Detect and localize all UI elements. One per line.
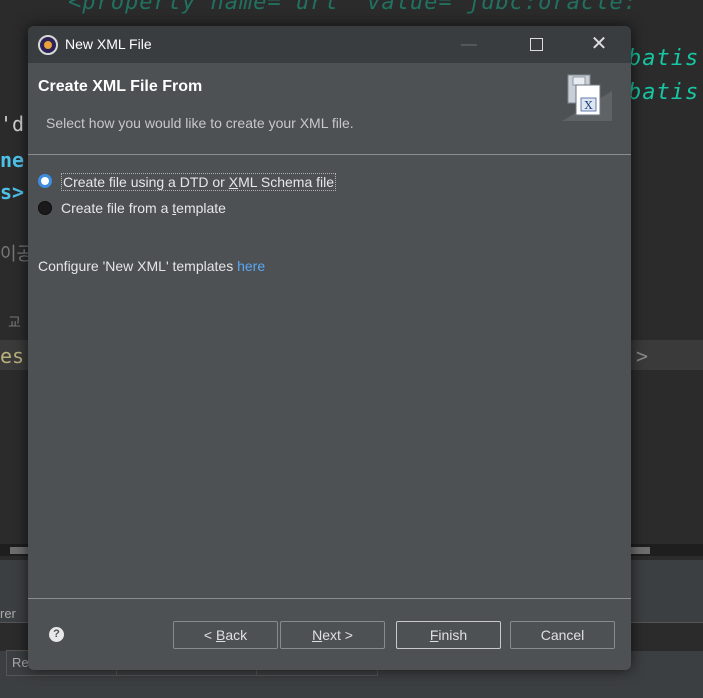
eclipse-app-icon: [38, 35, 58, 55]
minimize-button[interactable]: —: [446, 26, 492, 63]
code-line-mybatis-1: batis: [628, 46, 700, 71]
code-fragment: s>: [0, 180, 25, 204]
code-line-mybatis-2: batis: [628, 80, 700, 105]
radio-selected-icon[interactable]: [38, 174, 52, 188]
configure-templates-text: Configure 'New XML' templates here: [38, 258, 265, 274]
help-icon[interactable]: ?: [49, 627, 64, 642]
dialog-titlebar[interactable]: New XML File — ✕: [28, 26, 631, 63]
radio-unselected-icon[interactable]: [38, 201, 52, 215]
configure-templates-label: Configure 'New XML' templates: [38, 258, 238, 274]
korean-text: 교: [8, 315, 21, 331]
wizard-page-description: Select how you would like to create your…: [46, 115, 354, 131]
code-fragment: ne: [0, 148, 25, 172]
code-fragment: es: [0, 344, 25, 368]
new-xml-file-wizard-icon: X: [562, 74, 612, 121]
dialog-title: New XML File: [65, 36, 152, 52]
panel-tab-label[interactable]: rer: [0, 606, 16, 621]
cancel-button[interactable]: Cancel: [510, 621, 615, 649]
code-line-property: <property name="url" value="jdbc:oracle:: [68, 0, 638, 15]
back-button[interactable]: < Back: [173, 621, 278, 649]
close-button[interactable]: ✕: [576, 26, 622, 63]
panel-cell-text: Re: [12, 655, 29, 670]
configure-templates-link[interactable]: here: [237, 258, 265, 274]
maximize-icon: [529, 38, 543, 52]
svg-text:X: X: [585, 99, 593, 112]
wizard-banner: Create XML File From Select how you woul…: [28, 63, 631, 153]
option-label: Create file using a DTD or XML Schema fi…: [61, 173, 337, 191]
next-button[interactable]: Next >: [280, 621, 385, 649]
wizard-page-title: Create XML File From: [38, 78, 203, 95]
screen: <property name="url" value="jdbc:oracle:…: [0, 0, 703, 698]
code-fragment: >: [636, 344, 649, 368]
new-xml-file-dialog: New XML File — ✕ Create XML File From Se…: [28, 26, 631, 670]
footer-separator: [28, 598, 631, 599]
header-separator: [28, 154, 631, 155]
finish-button[interactable]: Finish: [396, 621, 501, 649]
option-label: Create file from a template: [61, 200, 226, 216]
code-fragment: 'd: [0, 112, 25, 136]
maximize-button[interactable]: [513, 26, 559, 63]
